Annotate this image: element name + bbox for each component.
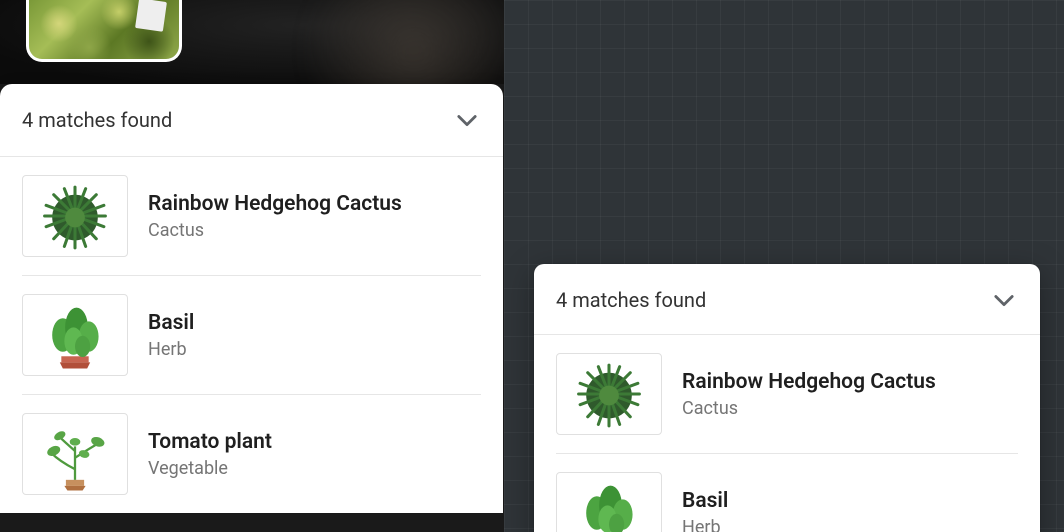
results-panel: 4 matches found Rainbow Hedgehog Cactus C… <box>0 84 503 513</box>
item-subtitle: Herb <box>148 339 194 360</box>
mobile-preview-pane: 4 matches found Rainbow Hedgehog Cactus C… <box>0 0 504 532</box>
plant-thumbnail <box>556 472 662 532</box>
design-canvas: 4 matches found Rainbow Hedgehog Cactus C… <box>504 0 1064 532</box>
list-item[interactable]: Rainbow Hedgehog Cactus Cactus <box>22 157 481 275</box>
results-title: 4 matches found <box>556 288 706 312</box>
list-item[interactable]: Basil Herb <box>22 275 481 394</box>
item-title: Tomato plant <box>148 430 272 454</box>
list-item[interactable]: Rainbow Hedgehog Cactus Cactus <box>556 335 1018 453</box>
list-item[interactable]: Basil Herb <box>556 453 1018 532</box>
item-title: Basil <box>682 489 728 513</box>
item-title: Basil <box>148 311 194 335</box>
results-card-component: 4 matches found Rainbow Hedgehog Cactus C… <box>534 264 1040 532</box>
item-subtitle: Vegetable <box>148 458 272 479</box>
plant-thumbnail <box>22 175 128 257</box>
item-title: Rainbow Hedgehog Cactus <box>682 370 936 394</box>
plant-thumbnail <box>22 413 128 495</box>
item-subtitle: Cactus <box>682 398 936 419</box>
plant-thumbnail <box>22 294 128 376</box>
item-title: Rainbow Hedgehog Cactus <box>148 192 402 216</box>
results-title: 4 matches found <box>22 108 172 132</box>
chevron-down-icon[interactable] <box>453 106 481 134</box>
item-subtitle: Cactus <box>148 220 402 241</box>
chevron-down-icon[interactable] <box>990 286 1018 314</box>
item-subtitle: Herb <box>682 517 728 532</box>
plant-thumbnail <box>556 353 662 435</box>
list-item[interactable]: Tomato plant Vegetable <box>22 394 481 513</box>
selected-thumbnail[interactable] <box>26 0 182 62</box>
